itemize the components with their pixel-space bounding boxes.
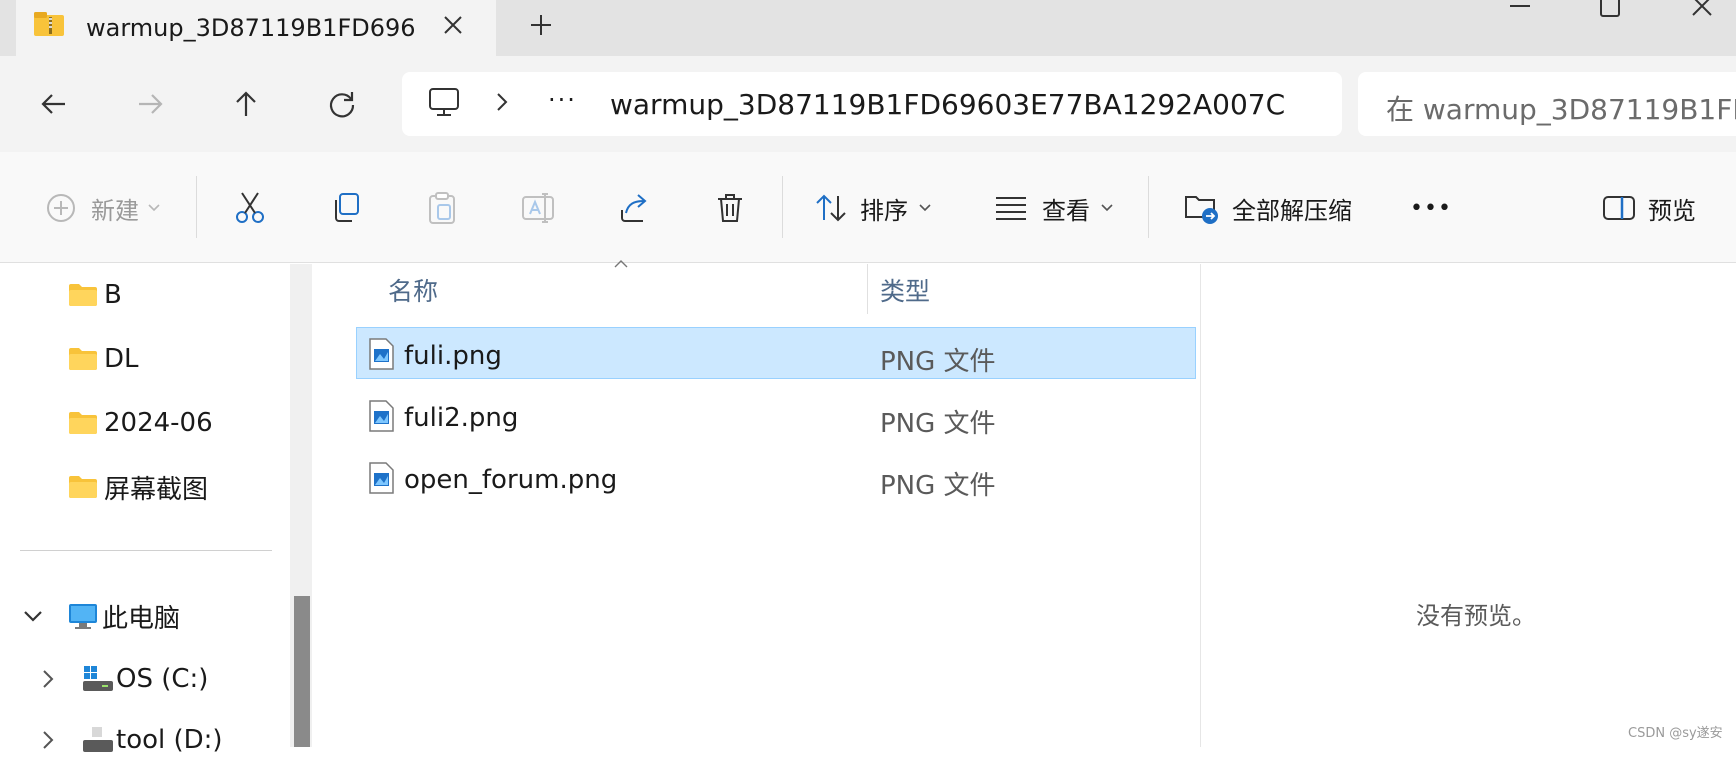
- address-text[interactable]: warmup_3D87119B1FD69603E77BA1292A007C4B_…: [610, 88, 1285, 121]
- sidebar-item-dl[interactable]: DL: [68, 339, 139, 379]
- chevron-down-icon: [147, 203, 161, 213]
- sidebar-scrollbar-thumb[interactable]: [294, 596, 310, 747]
- column-header-type[interactable]: 类型: [880, 272, 930, 308]
- chevron-right-icon[interactable]: [40, 729, 56, 751]
- preview-pane-button[interactable]: 预览: [1602, 178, 1706, 238]
- folder-icon: [68, 475, 98, 499]
- search-placeholder[interactable]: 在 warmup_3D87119B1FD69: [1386, 88, 1736, 128]
- chevron-down-icon: [918, 203, 932, 213]
- sidebar-item-label: 屏幕截图: [104, 474, 209, 505]
- drive-icon: [82, 726, 114, 754]
- forward-icon[interactable]: [126, 80, 174, 128]
- extract-all-label: 全部解压缩: [1232, 196, 1352, 225]
- image-file-icon: [368, 338, 394, 370]
- sidebar-item-screenshots[interactable]: 屏幕截图: [68, 467, 208, 507]
- copy-button[interactable]: [324, 178, 368, 238]
- column-header-name[interactable]: 名称: [388, 272, 438, 308]
- toolbar-divider: [196, 176, 197, 238]
- view-label: 查看: [1042, 196, 1090, 225]
- new-label: 新建: [91, 196, 139, 225]
- copy-icon: [330, 192, 362, 224]
- delete-button[interactable]: [708, 178, 752, 238]
- watermark: CSDN @sy遂安: [1628, 726, 1723, 741]
- sidebar-item-drive-d[interactable]: tool (D:): [40, 720, 223, 760]
- chevron-down-icon: [1100, 203, 1114, 213]
- paste-button[interactable]: [420, 178, 464, 238]
- sidebar-item-label: DL: [104, 344, 139, 374]
- chevron-down-icon[interactable]: [22, 608, 44, 624]
- view-list-icon: [994, 195, 1028, 221]
- new-tab-icon[interactable]: [528, 12, 554, 38]
- file-type: PNG 文件: [880, 471, 996, 501]
- folder-icon: [68, 411, 98, 435]
- address-overflow[interactable]: ···: [548, 86, 577, 114]
- sidebar-item-label: B: [104, 280, 122, 310]
- sidebar-item-label: 2024-06: [104, 408, 213, 438]
- tab-close-icon[interactable]: [440, 12, 466, 38]
- scissors-icon: [234, 191, 266, 225]
- cut-button[interactable]: [228, 178, 272, 238]
- folder-icon: [68, 347, 98, 371]
- file-name[interactable]: fuli2.png: [404, 403, 518, 433]
- column-divider[interactable]: [867, 264, 868, 314]
- chevron-right-icon[interactable]: [492, 90, 512, 114]
- sidebar-item-2024-06[interactable]: 2024-06: [68, 403, 213, 443]
- back-icon[interactable]: [30, 80, 78, 128]
- close-window-icon[interactable]: [1690, 0, 1714, 18]
- share-button[interactable]: [612, 178, 656, 238]
- image-file-icon: [368, 400, 394, 432]
- folder-icon: [68, 283, 98, 307]
- refresh-icon[interactable]: [318, 80, 366, 128]
- image-file-icon: [368, 462, 394, 494]
- tab-title: warmup_3D87119B1FD69603E7: [86, 14, 416, 42]
- preview-pane-icon: [1602, 195, 1636, 221]
- sort-label: 排序: [860, 196, 908, 225]
- windows-drive-icon: [82, 665, 114, 693]
- sidebar-item-label: 此电脑: [102, 603, 181, 634]
- chevron-right-icon[interactable]: [40, 668, 56, 690]
- zip-folder-icon: [34, 12, 66, 38]
- file-name[interactable]: fuli.png: [404, 341, 502, 371]
- sort-button[interactable]: 排序: [814, 178, 938, 238]
- up-icon[interactable]: [222, 80, 270, 128]
- file-type: PNG 文件: [880, 409, 996, 439]
- no-preview-text: 没有预览。: [1416, 602, 1536, 630]
- toolbar-divider: [1148, 176, 1149, 238]
- sidebar-item-label: OS (C:): [116, 664, 209, 694]
- share-icon: [618, 192, 650, 224]
- sidebar-item-drive-c[interactable]: OS (C:): [40, 659, 208, 699]
- extract-all-button[interactable]: 全部解压缩: [1184, 178, 1360, 238]
- this-pc-icon: [428, 86, 460, 118]
- computer-icon: [68, 602, 98, 630]
- more-options-button[interactable]: •••: [1406, 178, 1456, 238]
- add-icon: [45, 192, 77, 224]
- sort-icon: [814, 192, 848, 224]
- trash-icon: [715, 192, 745, 224]
- sidebar-divider: [20, 550, 272, 551]
- new-button[interactable]: 新建: [40, 178, 166, 238]
- preview-pane: [1200, 264, 1736, 747]
- file-type: PNG 文件: [880, 347, 996, 377]
- rename-icon: [521, 191, 555, 225]
- sort-ascending-icon: [612, 258, 630, 270]
- minimize-icon[interactable]: [1508, 0, 1532, 14]
- maximize-icon[interactable]: [1598, 0, 1622, 18]
- sidebar-item-label: tool (D:): [116, 725, 223, 755]
- extract-folder-icon: [1184, 191, 1220, 225]
- sidebar-item-this-pc[interactable]: 此电脑: [22, 596, 180, 636]
- view-button[interactable]: 查看: [994, 178, 1116, 238]
- clipboard-icon: [426, 191, 458, 225]
- preview-label: 预览: [1648, 196, 1696, 225]
- rename-button[interactable]: [516, 178, 560, 238]
- toolbar-divider: [782, 176, 783, 238]
- sidebar-item-b[interactable]: B: [68, 275, 122, 315]
- file-name[interactable]: open_forum.png: [404, 465, 617, 495]
